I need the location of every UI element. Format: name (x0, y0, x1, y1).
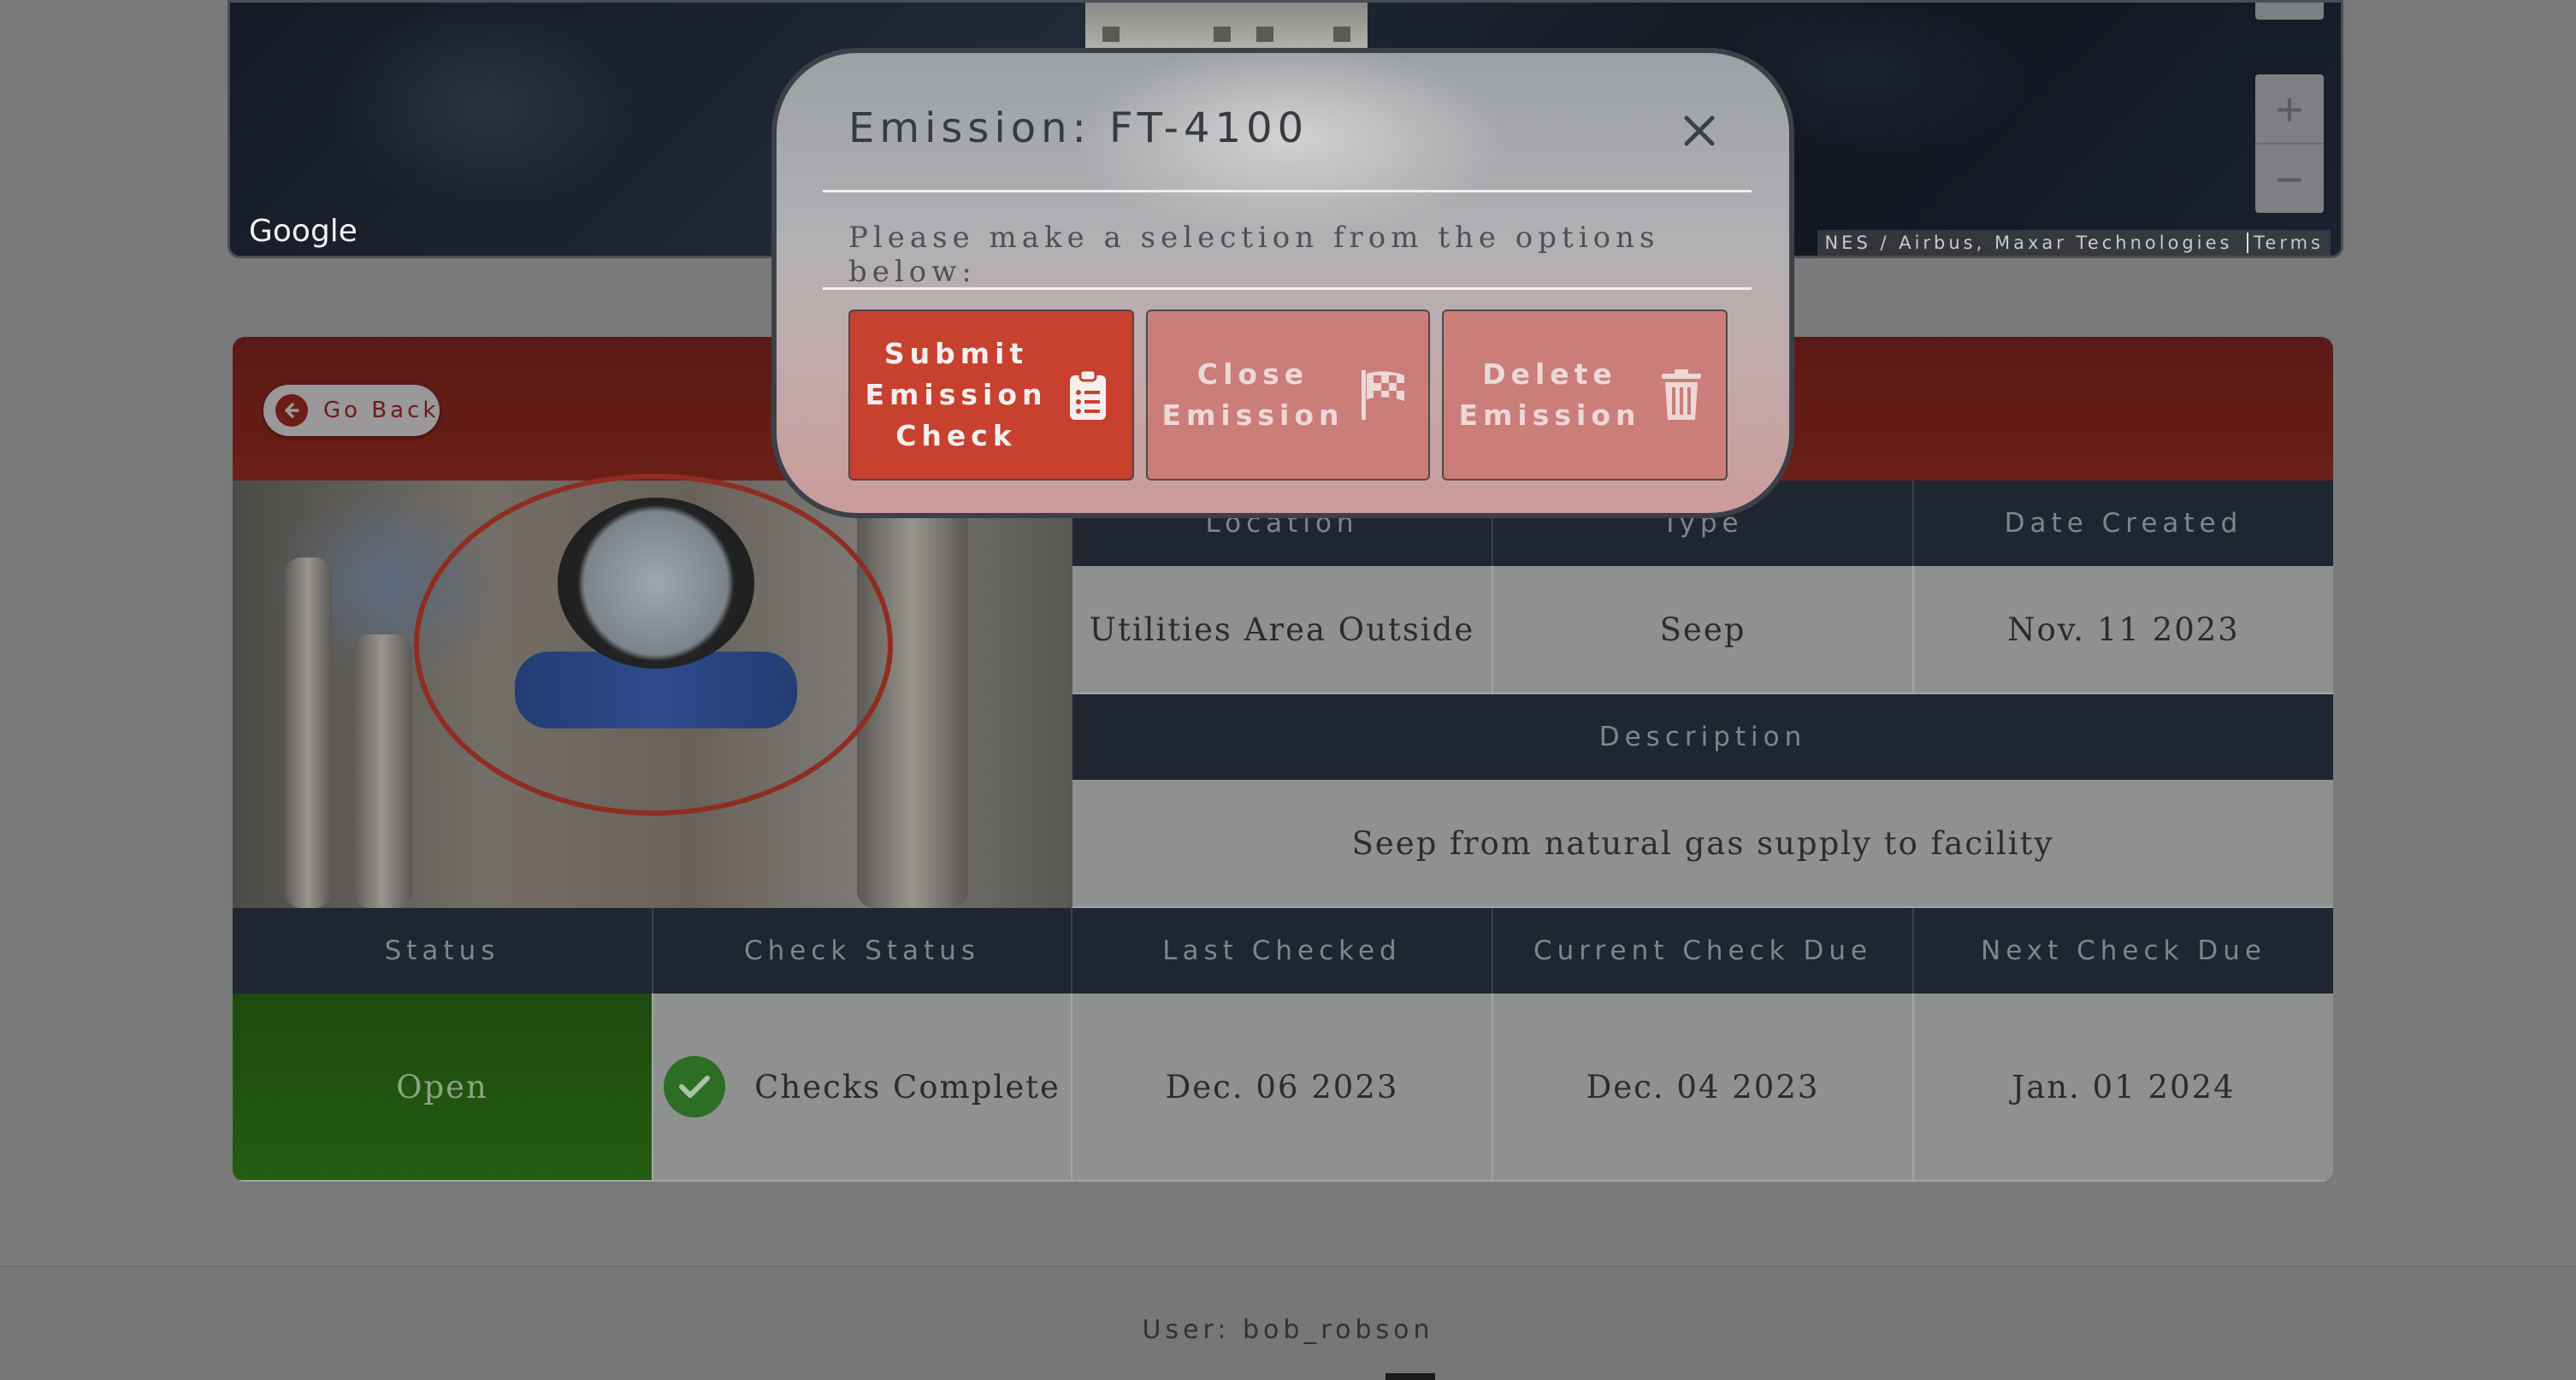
delete-emission-label: Delete Emission (1458, 357, 1641, 432)
zoom-control: + − (2255, 74, 2324, 213)
location-value: Utilities Area Outside (1072, 566, 1493, 694)
last-checked-value: Dec. 06 2023 (1072, 994, 1493, 1182)
clipboard-list-icon (1062, 369, 1114, 422)
attribution-text: NES / Airbus, Maxar Technologies (1824, 233, 2233, 253)
description-value: Seep from natural gas supply to facility (1072, 780, 2333, 908)
check-status-cell: Checks Complete (653, 994, 1072, 1182)
header-check-status: Check Status (653, 908, 1072, 994)
check-status-value: Checks Complete (754, 1068, 1061, 1106)
header-status: Status (233, 908, 653, 994)
modal-divider (823, 190, 1752, 192)
go-back-label: Go Back (323, 398, 440, 423)
check-circle-icon (664, 1056, 726, 1118)
header-description: Description (1072, 694, 2333, 780)
submit-emission-check-button[interactable]: Submit Emission Check (848, 310, 1134, 481)
emission-modal: Emission: FT-4100 Please make a selectio… (771, 48, 1794, 518)
user-label: User: bob_robson (1142, 1315, 1434, 1345)
checkered-flag-icon (1358, 369, 1409, 422)
footer-handle (1385, 1373, 1435, 1380)
close-emission-button[interactable]: Close Emission (1146, 310, 1430, 481)
map-attribution: NES / Airbus, Maxar Technologies Terms (1817, 230, 2331, 256)
zoom-in-button[interactable]: + (2255, 74, 2324, 143)
go-back-button[interactable]: Go Back (263, 385, 440, 436)
type-value: Seep (1493, 566, 1914, 694)
zoom-out-button[interactable]: − (2255, 144, 2324, 213)
map-building (1085, 3, 1368, 54)
modal-title: Emission: FT-4100 (848, 104, 1309, 152)
pegman-control[interactable] (2255, 3, 2324, 20)
header-last-checked: Last Checked (1072, 908, 1493, 994)
submit-emission-check-label: Submit Emission Check (865, 337, 1048, 452)
header-next-check-due: Next Check Due (1914, 908, 2333, 994)
next-check-due-value: Jan. 01 2024 (1914, 994, 2333, 1182)
highlight-circle (414, 474, 893, 816)
delete-emission-button[interactable]: Delete Emission (1442, 310, 1728, 481)
date-created-value: Nov. 11 2023 (1914, 566, 2333, 694)
status-badge: Open (233, 994, 653, 1182)
header-current-check-due: Current Check Due (1493, 908, 1914, 994)
terms-link[interactable]: Terms (2247, 233, 2324, 253)
header-date-created: Date Created (1914, 481, 2333, 566)
google-logo: Google (249, 214, 357, 249)
arrow-left-icon (275, 394, 308, 427)
modal-divider (823, 287, 1752, 290)
current-check-due-value: Dec. 04 2023 (1493, 994, 1914, 1182)
close-emission-label: Close Emission (1161, 357, 1344, 432)
modal-prompt: Please make a selection from the options… (848, 221, 1660, 289)
footer: User: bob_robson (0, 1265, 2576, 1380)
emission-photo (233, 474, 1072, 908)
trash-icon (1656, 369, 1707, 422)
close-icon[interactable] (1678, 109, 1721, 152)
